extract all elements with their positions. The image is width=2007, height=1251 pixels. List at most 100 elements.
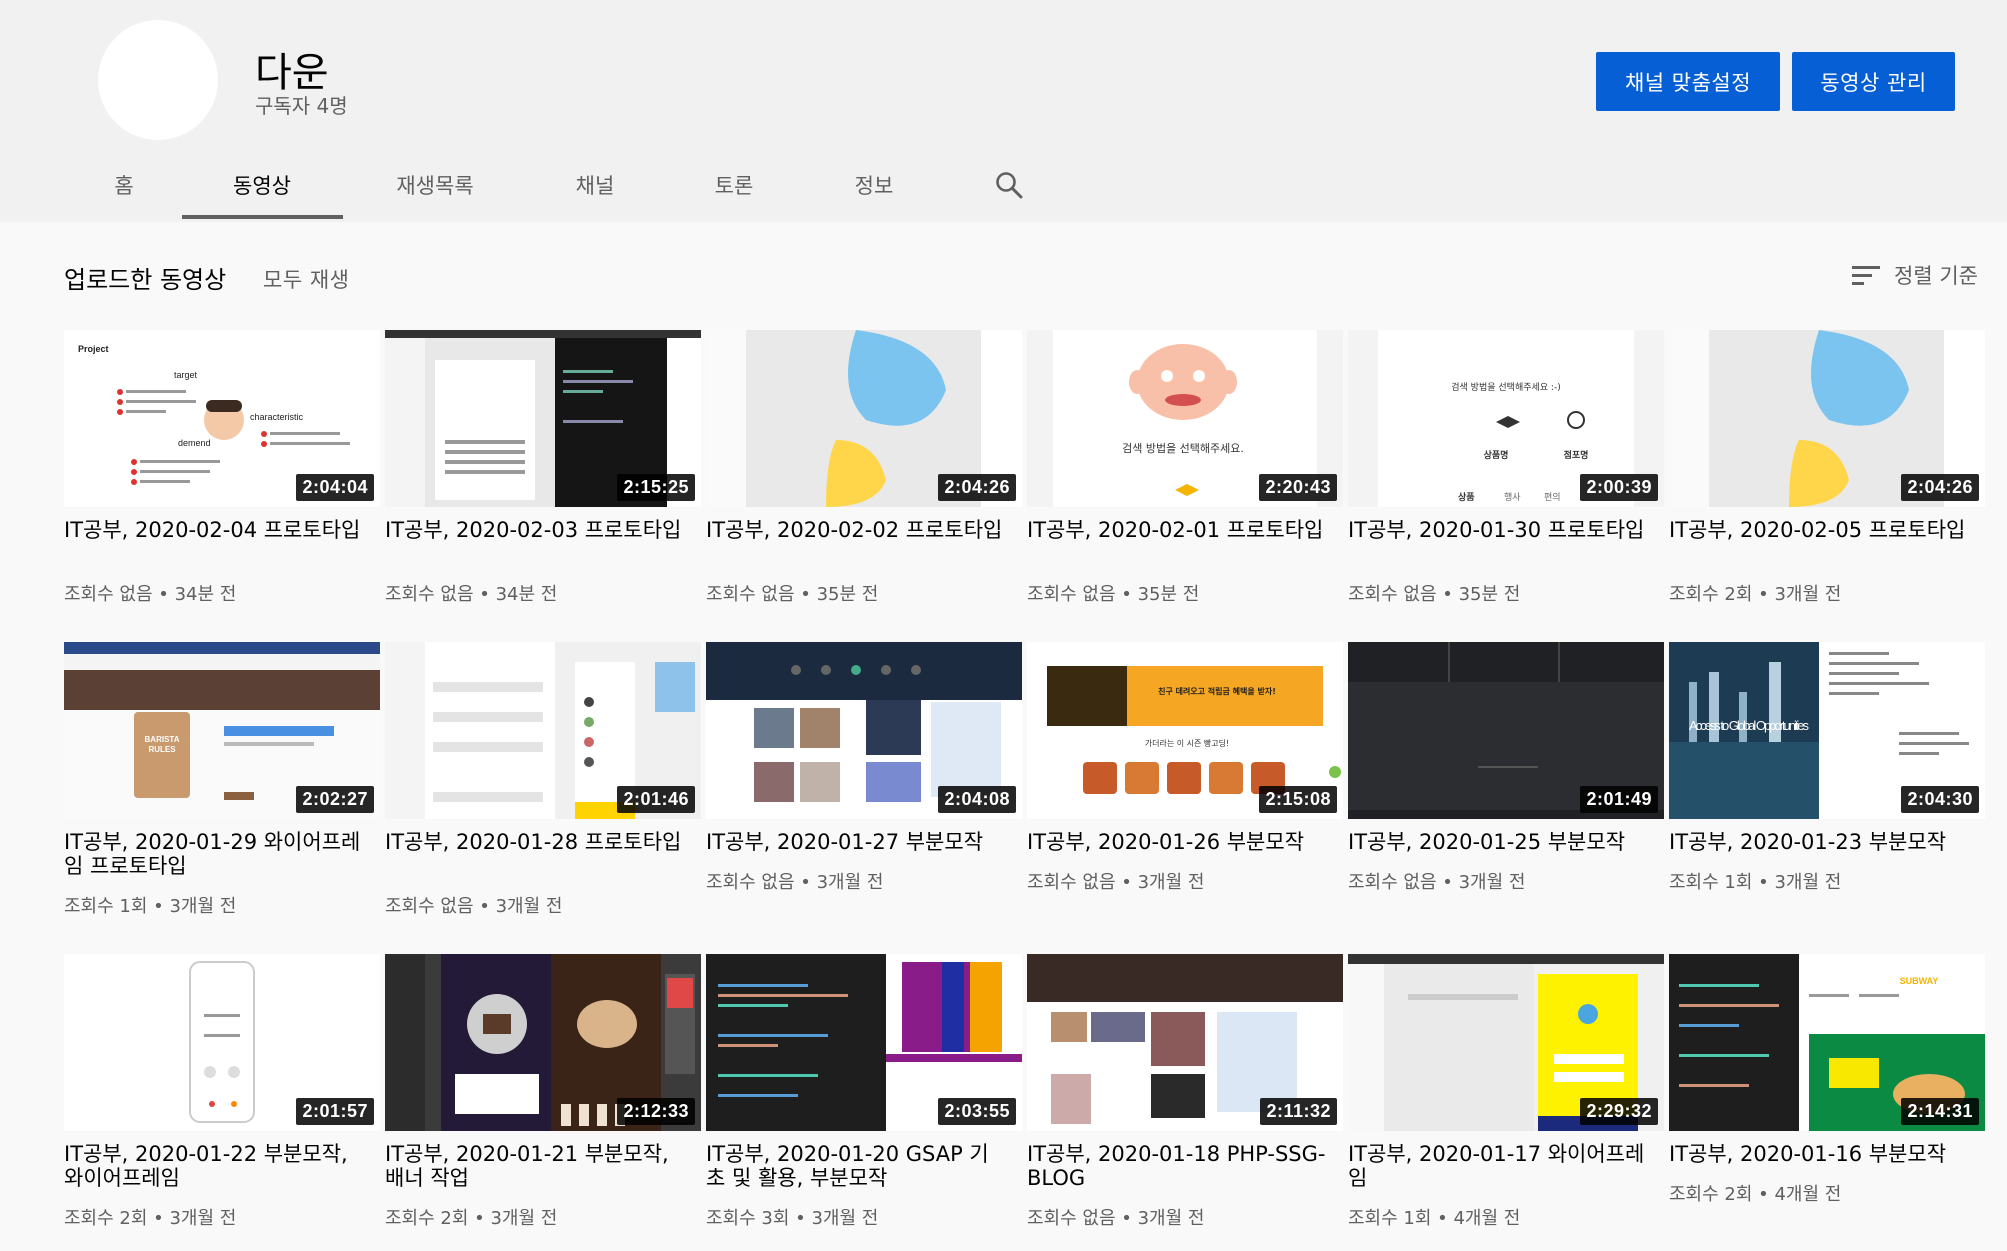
svg-text:행사: 행사: [1504, 491, 1521, 503]
video-meta: 조회수 1회 • 3개월 전: [1669, 872, 1842, 893]
video-thumbnail[interactable]: 2:04:26: [706, 330, 1022, 507]
svg-text:target: target: [174, 370, 198, 380]
manage-videos-button[interactable]: 동영상 관리: [1792, 52, 1955, 111]
video-meta: 조회수 2회 • 3개월 전: [1669, 584, 1842, 605]
video-title[interactable]: IT공부, 2020-02-03 프로토타입: [385, 518, 685, 542]
video-duration: 2:14:31: [1901, 1098, 1979, 1125]
video-title[interactable]: IT공부, 2020-01-17 와이어프레임: [1348, 1142, 1648, 1190]
video-thumbnail[interactable]: 2:04:08: [706, 642, 1022, 819]
video-thumbnail[interactable]: BARISTA RULES 2:02:27: [64, 642, 380, 819]
video-thumbnail[interactable]: Access to Global Opportunities 2:04:30: [1669, 642, 1985, 819]
tab-playlists[interactable]: 재생목록: [380, 170, 490, 200]
svg-text:검색 방법을 선택해주세요 :-): 검색 방법을 선택해주세요 :-): [1451, 381, 1560, 393]
video-thumbnail[interactable]: 친구 데려오고 적립금 혜택을 받자! 가더라는 이 시즌 빵고딩! 2:15:…: [1027, 642, 1343, 819]
channel-avatar[interactable]: [98, 20, 218, 140]
svg-text:편의: 편의: [1544, 491, 1561, 503]
video-title[interactable]: IT공부, 2020-01-20 GSAP 기초 및 활용, 부분모작: [706, 1142, 1006, 1190]
video-meta: 조회수 없음 • 3개월 전: [1027, 1208, 1205, 1229]
video-duration: 2:03:55: [938, 1098, 1016, 1125]
video-duration: 2:04:04: [296, 474, 374, 501]
video-meta: 조회수 없음 • 34분 전: [64, 584, 237, 605]
video-title[interactable]: IT공부, 2020-02-05 프로토타입: [1669, 518, 1969, 542]
subscriber-count: 구독자 4명: [255, 94, 348, 118]
video-thumbnail[interactable]: 2:04:26: [1669, 330, 1985, 507]
tab-about[interactable]: 정보: [838, 170, 910, 200]
video-duration: 2:20:43: [1259, 474, 1337, 501]
video-thumbnail[interactable]: 2:01:49: [1348, 642, 1664, 819]
sort-button[interactable]: 정렬 기준: [1852, 260, 1978, 290]
video-duration: 2:11:32: [1260, 1098, 1337, 1125]
video-title[interactable]: IT공부, 2020-01-21 부분모작, 배너 작업: [385, 1142, 685, 1190]
video-thumbnail[interactable]: Project target characteristic demend 2:0…: [64, 330, 380, 507]
video-title[interactable]: IT공부, 2020-01-18 PHP-SSG-BLOG: [1027, 1142, 1327, 1190]
video-meta: 조회수 없음 • 3개월 전: [1348, 872, 1526, 893]
svg-text:characteristic: characteristic: [250, 412, 304, 422]
video-duration: 2:15:08: [1259, 786, 1337, 813]
video-duration: 2:29:32: [1580, 1098, 1658, 1125]
svg-text:검색 방법을 선택해주세요.: 검색 방법을 선택해주세요.: [1122, 441, 1244, 455]
video-duration: 2:04:26: [1901, 474, 1979, 501]
video-duration: 2:01:49: [1580, 786, 1658, 813]
svg-text:상품: 상품: [1458, 491, 1475, 503]
svg-text:SUBWAY: SUBWAY: [1900, 976, 1939, 986]
video-meta: 조회수 2회 • 3개월 전: [385, 1208, 558, 1229]
svg-text:Access to Global Opportunities: Access to Global Opportunities: [1689, 718, 1810, 733]
sort-label: 정렬 기준: [1894, 264, 1978, 288]
video-title[interactable]: IT공부, 2020-01-22 부분모작, 와이어프레임: [64, 1142, 364, 1190]
video-title[interactable]: IT공부, 2020-02-01 프로토타입: [1027, 518, 1327, 542]
video-title[interactable]: IT공부, 2020-02-02 프로토타입: [706, 518, 1006, 542]
video-thumbnail[interactable]: SUBWAY 2:14:31: [1669, 954, 1985, 1131]
tab-discussion[interactable]: 토론: [698, 170, 770, 200]
video-duration: 2:15:25: [617, 474, 695, 501]
svg-text:친구 데려오고 적립금 혜택을 받자!: 친구 데려오고 적립금 혜택을 받자!: [1158, 686, 1276, 696]
search-icon[interactable]: [994, 170, 1024, 200]
video-title[interactable]: IT공부, 2020-01-16 부분모작: [1669, 1142, 1969, 1166]
video-title[interactable]: IT공부, 2020-02-04 프로토타입: [64, 518, 364, 542]
video-title[interactable]: IT공부, 2020-01-28 프로토타입: [385, 830, 685, 854]
video-meta: 조회수 없음 • 3개월 전: [706, 872, 884, 893]
video-thumbnail[interactable]: 검색 방법을 선택해주세요. 2:20:43: [1027, 330, 1343, 507]
video-title[interactable]: IT공부, 2020-01-30 프로토타입: [1348, 518, 1648, 542]
video-thumbnail[interactable]: 2:12:33: [385, 954, 701, 1131]
video-duration: 2:00:39: [1580, 474, 1658, 501]
video-meta: 조회수 없음 • 34분 전: [385, 584, 558, 605]
svg-text:BARISTA: BARISTA: [145, 735, 180, 744]
video-duration: 2:01:46: [617, 786, 695, 813]
tab-videos[interactable]: 동영상: [202, 170, 322, 200]
video-meta: 조회수 없음 • 3개월 전: [1027, 872, 1205, 893]
video-meta: 조회수 3회 • 3개월 전: [706, 1208, 879, 1229]
active-tab-indicator: [182, 215, 343, 219]
video-thumbnail[interactable]: 2:01:57: [64, 954, 380, 1131]
video-thumbnail[interactable]: 2:29:32: [1348, 954, 1664, 1131]
video-thumbnail[interactable]: 2:03:55: [706, 954, 1022, 1131]
video-thumbnail[interactable]: 2:11:32: [1027, 954, 1343, 1131]
video-meta: 조회수 1회 • 4개월 전: [1348, 1208, 1521, 1229]
video-title[interactable]: IT공부, 2020-01-27 부분모작: [706, 830, 1006, 854]
sort-icon: [1852, 264, 1880, 286]
video-meta: 조회수 없음 • 35분 전: [706, 584, 879, 605]
video-meta: 조회수 없음 • 35분 전: [1348, 584, 1521, 605]
video-duration: 2:02:27: [296, 786, 374, 813]
tab-channels[interactable]: 채널: [560, 170, 630, 200]
video-title[interactable]: IT공부, 2020-01-26 부분모작: [1027, 830, 1327, 854]
svg-text:Project: Project: [78, 344, 109, 354]
video-title[interactable]: IT공부, 2020-01-29 와이어프레임 프로토타입: [64, 830, 364, 878]
svg-text:demend: demend: [178, 438, 211, 448]
svg-text:RULES: RULES: [148, 745, 176, 754]
video-thumbnail[interactable]: 2:01:46: [385, 642, 701, 819]
svg-text:가더라는 이 시즌 빵고딩!: 가더라는 이 시즌 빵고딩!: [1145, 738, 1229, 748]
channel-header: 다운 구독자 4명 채널 맞춤설정 동영상 관리 홈 동영상 재생목록 채널 토…: [0, 0, 2007, 222]
video-duration: 2:12:33: [617, 1098, 695, 1125]
svg-text:상품명: 상품명: [1484, 449, 1509, 461]
video-title[interactable]: IT공부, 2020-01-23 부분모작: [1669, 830, 1969, 854]
video-meta: 조회수 1회 • 3개월 전: [64, 896, 237, 917]
video-thumbnail[interactable]: 검색 방법을 선택해주세요 :-) 상품명 점포명 상품 행사 편의 2:00:…: [1348, 330, 1664, 507]
video-duration: 2:04:26: [938, 474, 1016, 501]
play-all-button[interactable]: 모두 재생: [263, 264, 349, 294]
video-thumbnail[interactable]: 2:15:25: [385, 330, 701, 507]
video-title[interactable]: IT공부, 2020-01-25 부분모작: [1348, 830, 1648, 854]
tab-home[interactable]: 홈: [104, 170, 144, 200]
customize-channel-button[interactable]: 채널 맞춤설정: [1596, 52, 1780, 111]
video-duration: 2:04:30: [1901, 786, 1979, 813]
video-duration: 2:04:08: [938, 786, 1016, 813]
